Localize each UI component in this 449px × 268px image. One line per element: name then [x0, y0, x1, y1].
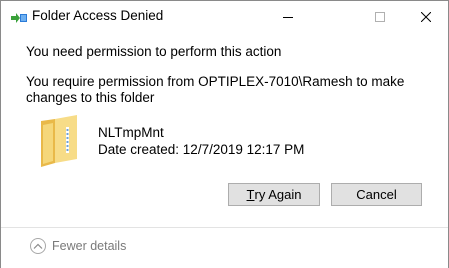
permission-description: You require permission from OPTIPLEX-701… — [26, 74, 405, 105]
fewer-details-toggle[interactable]: Fewer details — [30, 237, 126, 255]
folder-name: NLTmpMnt — [98, 125, 164, 140]
try-again-label: ry Again — [254, 187, 302, 202]
chevron-up-icon — [30, 238, 46, 254]
window-title: Folder Access Denied — [32, 8, 164, 23]
maximize-button[interactable] — [357, 1, 403, 32]
minimize-button[interactable] — [265, 1, 311, 32]
footer: Fewer details — [1, 227, 448, 268]
title-bar: Folder Access Denied — [1, 1, 448, 32]
maximize-icon — [375, 11, 385, 22]
minimize-icon — [283, 12, 293, 22]
fewer-details-label: Fewer details — [52, 239, 127, 253]
cancel-button[interactable]: Cancel — [331, 183, 422, 206]
close-icon — [421, 11, 431, 22]
try-again-button[interactable]: Try Again — [228, 183, 320, 206]
close-button[interactable] — [403, 1, 449, 32]
folder-icon — [39, 113, 79, 171]
permission-heading: You need permission to perform this acti… — [26, 44, 282, 59]
folder-date-created: Date created: 12/7/2019 12:17 PM — [98, 142, 305, 157]
try-again-mnemonic: T — [246, 187, 255, 202]
folder-access-denied-dialog: Folder Access Denied You need permission… — [0, 0, 449, 268]
folder-move-icon — [11, 11, 27, 23]
